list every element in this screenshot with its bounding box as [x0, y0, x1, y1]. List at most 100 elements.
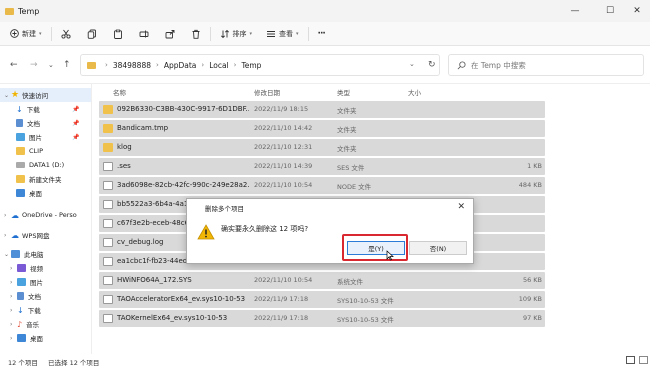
- breadcrumb-item[interactable]: Local: [209, 61, 228, 70]
- nav-quick-access[interactable]: ⌄ ★ 快速访问: [0, 88, 91, 102]
- file-date: 2022/11/10 14:42: [254, 124, 313, 132]
- rename-button[interactable]: [135, 24, 153, 44]
- file-size: 484 KB: [518, 181, 542, 189]
- nav-this-pc[interactable]: ⌄ 此电脑: [4, 247, 44, 261]
- search-icon: [457, 60, 466, 69]
- nav-item-clip[interactable]: CLIP: [16, 144, 43, 158]
- nav-label: OneDrive - Perso: [22, 211, 77, 219]
- folder-icon: [87, 61, 96, 69]
- file-name: TAOAcceleratorEx64_ev.sys10-10-53: [117, 295, 246, 303]
- warning-icon: [197, 224, 215, 240]
- nav-label: 图片: [30, 279, 43, 287]
- nav-item-data1[interactable]: DATA1 (D:): [16, 158, 64, 172]
- file-type: SES 文件: [337, 164, 365, 172]
- nav-label: CLIP: [29, 147, 43, 155]
- up-icon[interactable]: ↑: [63, 59, 71, 71]
- refresh-icon[interactable]: ↻: [428, 59, 436, 71]
- nav-item-pictures[interactable]: 图片 📌: [16, 130, 79, 144]
- nav-pc-pictures[interactable]: › 图片: [10, 275, 43, 289]
- recent-chevron-icon[interactable]: ⌄: [48, 59, 54, 71]
- breadcrumb-item[interactable]: 38498888: [113, 61, 151, 70]
- share-button[interactable]: [161, 24, 179, 44]
- chevron-down-icon[interactable]: ⌄: [409, 60, 415, 68]
- dialog-title: 删除多个项目: [205, 204, 244, 213]
- address-bar-row: ← → ⌄ ↑ › 38498888 › AppData › Local › T…: [0, 46, 650, 84]
- nav-item-new-folder[interactable]: 新建文件夹: [16, 172, 62, 186]
- document-icon: [17, 292, 24, 300]
- nav-label: 桌面: [29, 190, 42, 198]
- file-row[interactable]: .ses 2022/11/10 14:39 SES 文件 1 KB: [99, 158, 545, 175]
- new-button[interactable]: 新建 ▾: [6, 24, 46, 44]
- nav-wps[interactable]: › ☁ WPS网盘: [4, 228, 49, 242]
- chevron-right-icon: ›: [4, 231, 7, 239]
- minimize-button[interactable]: —: [560, 0, 590, 22]
- details-view-icon[interactable]: [626, 356, 635, 364]
- cut-button[interactable]: [57, 24, 75, 44]
- paste-icon: [113, 29, 122, 39]
- nav-pc-desktop[interactable]: › 桌面: [10, 331, 43, 345]
- chevron-down-icon: ⌄: [4, 250, 10, 258]
- file-row[interactable]: HWiNFO64A_172.SYS 2022/11/10 10:54 系统文件 56 …: [99, 272, 545, 289]
- sort-button[interactable]: 排序 ▾: [216, 24, 257, 44]
- maximize-button[interactable]: ☐: [595, 0, 625, 22]
- file-row[interactable]: Bandicam.tmp 2022/11/10 14:42 文件夹: [99, 120, 545, 137]
- file-row[interactable]: 092B6330-C3BB-430C-9917-6D1DBF... 2022/11…: [99, 101, 545, 118]
- breadcrumb-item[interactable]: Temp: [241, 61, 261, 70]
- column-name[interactable]: 名称: [113, 87, 126, 97]
- highlight-box: [342, 234, 408, 261]
- close-button[interactable]: ✕: [622, 0, 650, 22]
- nav-item-documents[interactable]: 文档 📌: [16, 116, 79, 130]
- forward-icon[interactable]: →: [30, 59, 38, 71]
- paste-button[interactable]: [109, 24, 127, 44]
- folder-icon: [16, 175, 25, 183]
- chevron-right-icon: ›: [10, 334, 13, 342]
- dialog-close-button[interactable]: ✕: [457, 202, 465, 212]
- file-name: .ses: [117, 162, 131, 170]
- chevron-right-icon: ›: [10, 264, 13, 272]
- folder-icon: [103, 124, 113, 133]
- column-type[interactable]: 类型: [337, 87, 350, 97]
- view-button[interactable]: 查看 ▾: [262, 24, 303, 44]
- column-headers: 名称 修改日期 类型 大小: [96, 84, 650, 98]
- column-size[interactable]: 大小: [408, 87, 421, 97]
- title-bar: Temp — ☐ ✕: [0, 0, 650, 22]
- address-bar[interactable]: › 38498888 › AppData › Local › Temp ⌄: [80, 54, 440, 76]
- file-row[interactable]: TAOAcceleratorEx64_ev.sys10-10-53 2022/11…: [99, 291, 545, 308]
- nav-pc-documents[interactable]: › 文档: [10, 289, 41, 303]
- status-bar: 12 个项目 已选择 12 个项目: [0, 354, 650, 368]
- more-button[interactable]: ···: [314, 24, 329, 44]
- column-date[interactable]: 修改日期: [254, 87, 280, 97]
- delete-button[interactable]: [187, 24, 205, 44]
- nav-item-downloads[interactable]: ↓ 下载 📌: [16, 102, 79, 116]
- file-row[interactable]: klog 2022/11/10 12:31 文件夹: [99, 139, 545, 156]
- file-row[interactable]: TAOKernelEx64_ev.sys10-10-53 2022/11/9 17…: [99, 310, 545, 327]
- chevron-right-icon: ›: [233, 61, 237, 69]
- file-icon: [103, 181, 113, 190]
- item-count: 12 个项目: [8, 359, 38, 367]
- file-name: Bandicam.tmp: [117, 124, 169, 132]
- file-date: 2022/11/10 14:39: [254, 162, 313, 170]
- copy-button[interactable]: [83, 24, 101, 44]
- no-button[interactable]: 否(N): [409, 241, 467, 255]
- chevron-right-icon: ›: [105, 61, 108, 69]
- search-input[interactable]: 在 Temp 中搜索: [448, 54, 644, 76]
- back-icon[interactable]: ←: [10, 59, 18, 71]
- copy-icon: [87, 29, 96, 39]
- star-icon: ★: [11, 90, 20, 100]
- tiles-view-icon[interactable]: [639, 356, 648, 364]
- download-icon: ↓: [17, 305, 24, 315]
- nav-pc-downloads[interactable]: › ↓ 下载: [10, 303, 41, 317]
- view-icon: [267, 30, 276, 37]
- breadcrumb-item[interactable]: AppData: [164, 61, 197, 70]
- pin-icon: 📌: [72, 133, 80, 141]
- chevron-right-icon: ›: [10, 306, 13, 314]
- chevron-down-icon: ⌄: [4, 91, 10, 99]
- file-row[interactable]: 3ad6098e-82cb-42fc-990c-249e28a2... 2022/…: [99, 177, 545, 194]
- folder-icon: [103, 105, 113, 114]
- nav-onedrive[interactable]: › ☁ OneDrive - Perso: [4, 208, 77, 222]
- nav-pc-music[interactable]: › ♪ 音乐: [10, 317, 39, 331]
- nav-pc-videos[interactable]: › 视频: [10, 261, 43, 275]
- file-name: HWiNFO64A_172.SYS: [117, 276, 192, 284]
- window-title: Temp: [18, 6, 40, 16]
- nav-item-desktop[interactable]: 桌面: [16, 186, 42, 200]
